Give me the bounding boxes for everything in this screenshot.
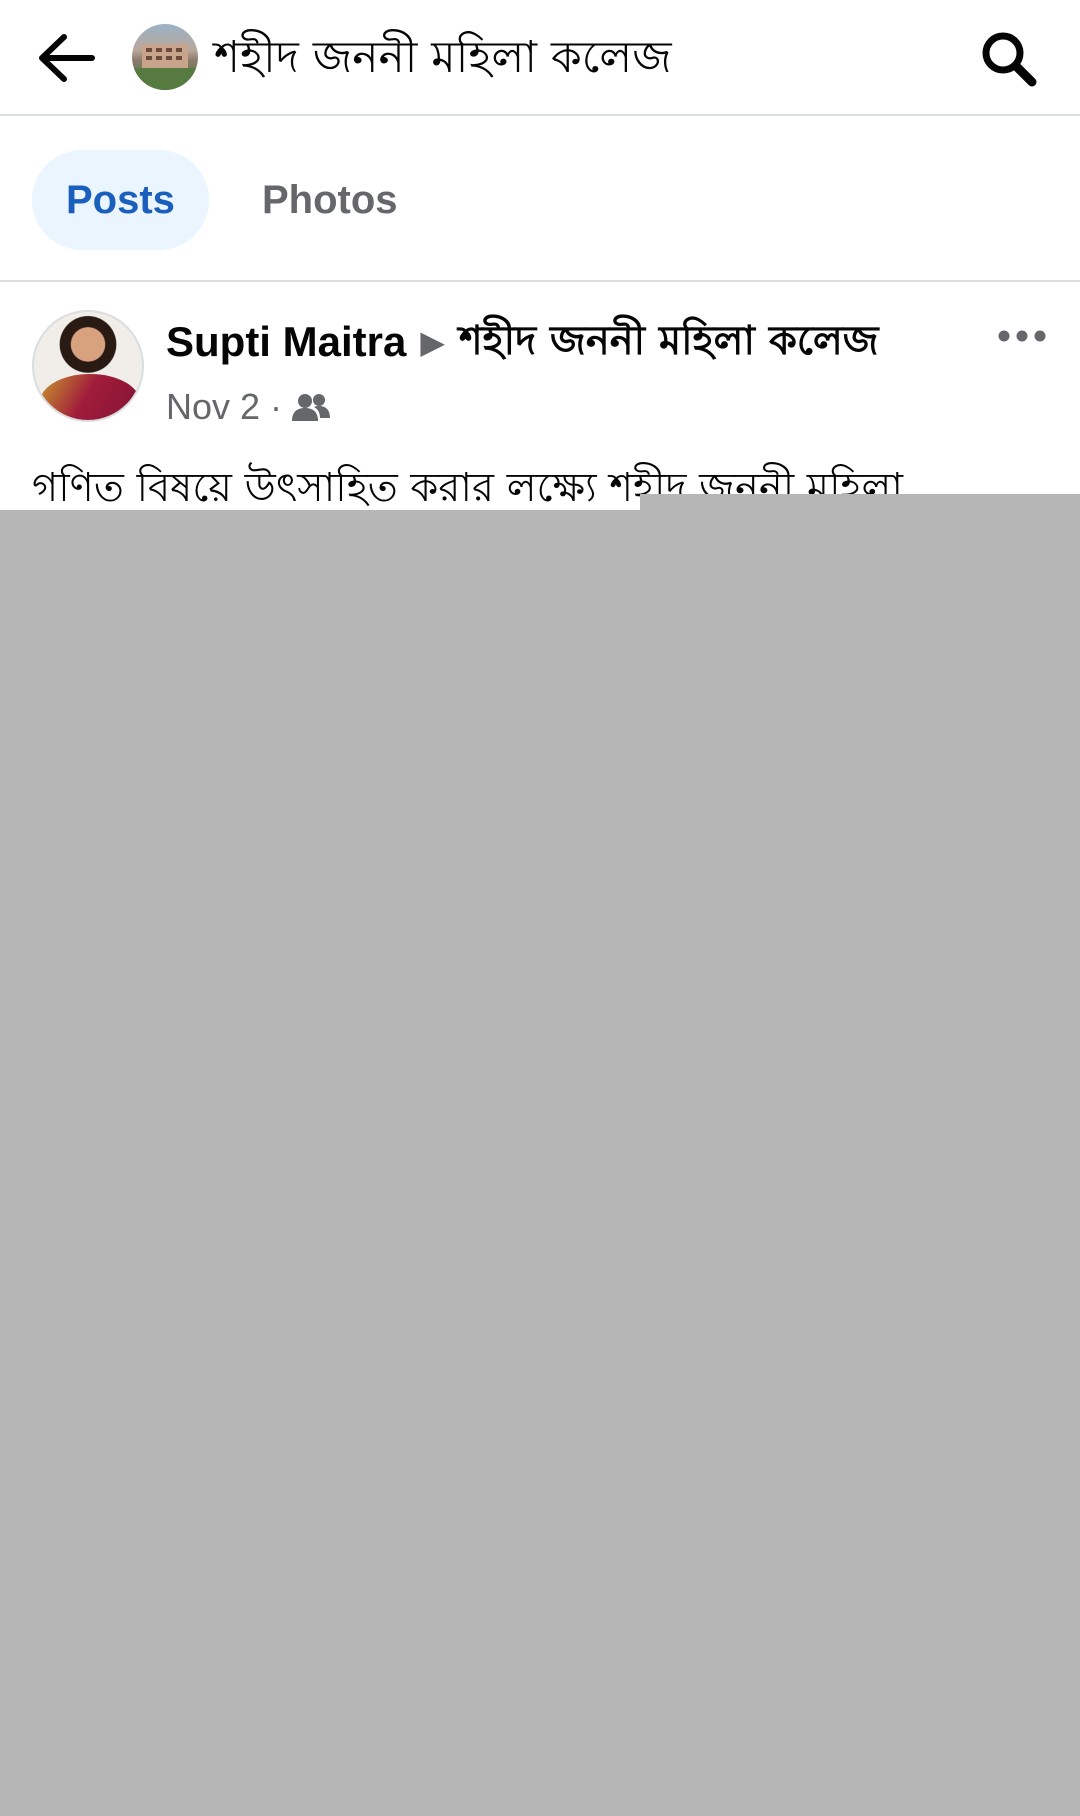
author-name[interactable]: Supti Maitra xyxy=(166,318,406,366)
top-bar: শহীদ জননী মহিলা কলেজ xyxy=(0,0,1080,116)
post-meta: Nov 2 · xyxy=(166,382,331,432)
back-button[interactable] xyxy=(28,24,104,92)
tab-bar: Posts Photos xyxy=(0,118,1080,282)
post-group-name[interactable]: শহীদ জননী মহিলা কলেজ xyxy=(459,309,879,376)
post-date[interactable]: Nov 2 xyxy=(166,386,260,428)
more-horizontal-icon xyxy=(998,330,1046,342)
page: শহীদ জননী মহিলা কলেজ Posts Photos Supti … xyxy=(0,0,1080,1816)
more-options-button[interactable] xyxy=(992,320,1052,352)
members-icon xyxy=(292,394,331,421)
search-icon xyxy=(982,32,1037,87)
tab-photos[interactable]: Photos xyxy=(228,150,432,250)
author-avatar[interactable] xyxy=(32,310,144,422)
arrow-left-icon xyxy=(39,34,95,82)
group-building-image xyxy=(132,44,198,90)
tab-posts[interactable]: Posts xyxy=(32,150,209,250)
loading-placeholder xyxy=(0,510,1080,1816)
post-header: Supti Maitra ▶ শহীদ জননী মহিলা কলেজ xyxy=(166,312,879,372)
triangle-right-icon: ▶ xyxy=(420,324,445,360)
search-button[interactable] xyxy=(972,22,1044,94)
avatar-saree xyxy=(40,374,140,420)
page-title: শহীদ জননী মহিলা কলেজ xyxy=(214,32,672,83)
meta-separator: · xyxy=(270,386,283,427)
group-avatar[interactable] xyxy=(132,24,198,90)
